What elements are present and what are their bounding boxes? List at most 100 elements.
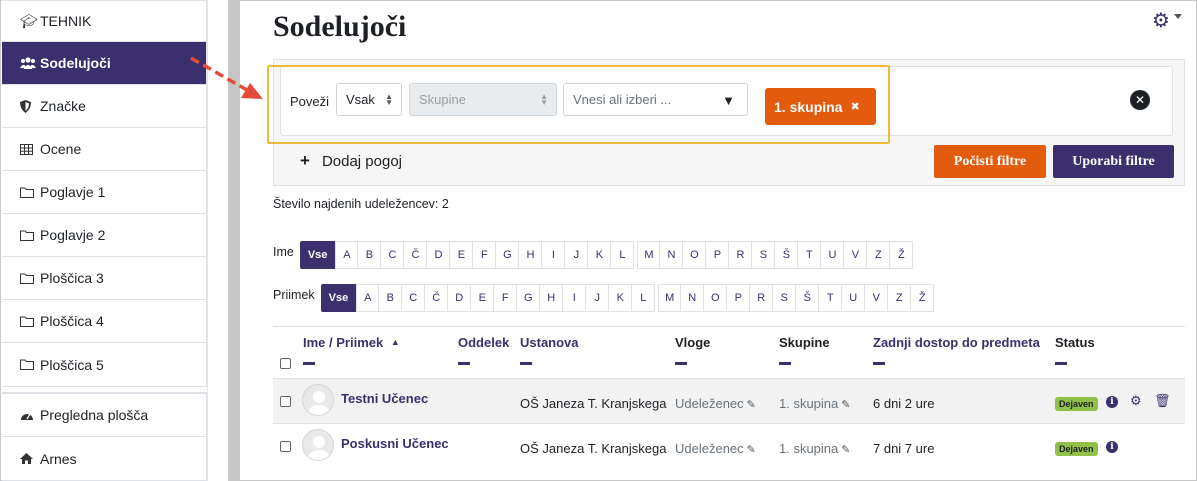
initial-letter-button[interactable]: E [471, 284, 495, 312]
initial-letter-button[interactable]: A [356, 284, 380, 312]
lastname-all-button[interactable]: Vse [320, 284, 357, 312]
col-header-name[interactable]: Ime / Priimek ▲ [303, 335, 400, 350]
initial-letter-button[interactable]: Z [888, 284, 912, 312]
initial-letter-button[interactable]: P [727, 284, 751, 312]
collapse-column-icon[interactable] [675, 362, 687, 365]
row-checkbox[interactable] [280, 396, 291, 407]
remove-chip-icon[interactable]: ✖ [850, 100, 859, 113]
initial-letter-button[interactable]: Z [867, 241, 891, 269]
sidebar-item-chapter-2[interactable]: Poglavje 2 [2, 214, 206, 257]
clear-filters-button[interactable]: Počisti filtre [934, 145, 1046, 178]
initial-letter-button[interactable]: E [450, 241, 474, 269]
sidebar-item-dashboard[interactable]: Pregledna plošča [2, 394, 206, 437]
sidebar-item-tehnik[interactable]: 🎓︎ TEHNIK [2, 1, 206, 42]
initial-letter-button[interactable]: S [752, 241, 776, 269]
initial-letter-button[interactable]: S [773, 284, 797, 312]
pencil-icon[interactable]: ✎ [841, 444, 850, 456]
initial-letter-button[interactable]: Ž [890, 241, 914, 269]
initial-letter-button[interactable]: I [563, 284, 587, 312]
gear-icon[interactable]: ⚙ [1130, 393, 1142, 409]
row-checkbox[interactable] [280, 441, 291, 452]
sidebar-item-home[interactable]: Arnes [2, 437, 206, 480]
sidebar-item-chapter-1[interactable]: Poglavje 1 [2, 171, 206, 214]
participant-name-link[interactable]: Poskusni Učenec [341, 436, 449, 451]
col-header-department[interactable]: Oddelek [458, 335, 509, 350]
initial-letter-button[interactable]: N [681, 284, 705, 312]
col-header-institution[interactable]: Ustanova [520, 335, 579, 350]
sidebar-item-tile-5[interactable]: Ploščica 5 [2, 343, 206, 386]
initial-letter-button[interactable]: V [865, 284, 889, 312]
selected-group-chip[interactable]: 1. skupina ✖ [765, 88, 876, 125]
initial-letter-button[interactable]: M [658, 284, 682, 312]
initial-letter-button[interactable]: O [704, 284, 728, 312]
remove-filter-row-icon[interactable]: ✕ [1130, 90, 1150, 110]
initial-letter-button[interactable]: V [844, 241, 868, 269]
initial-letter-button[interactable]: C [402, 284, 426, 312]
initial-letter-button[interactable]: I [542, 241, 566, 269]
initial-letter-button[interactable]: F [473, 241, 497, 269]
initial-letter-button[interactable]: H [519, 241, 543, 269]
initial-letter-button[interactable]: G [496, 241, 520, 269]
sidebar-item-tile-4[interactable]: Ploščica 4 [2, 300, 206, 343]
collapse-column-icon[interactable] [873, 362, 885, 365]
initial-letter-button[interactable]: L [611, 241, 635, 269]
initial-letter-button[interactable]: B [379, 284, 403, 312]
initial-letter-button[interactable]: J [586, 284, 610, 312]
join-select[interactable]: Vsak ▲ ▼ [336, 83, 402, 116]
sidebar-item-tile-3[interactable]: Ploščica 3 [2, 257, 206, 300]
filter-type-select[interactable]: Skupine ▲ ▼ [409, 83, 557, 116]
initial-letter-button[interactable]: L [632, 284, 656, 312]
collapse-column-icon[interactable] [303, 362, 315, 365]
initial-letter-button[interactable]: R [729, 241, 753, 269]
avatar[interactable] [302, 384, 334, 416]
initial-letter-button[interactable]: Č [425, 284, 449, 312]
firstname-all-button[interactable]: Vse [299, 241, 336, 269]
dropdown-triangle-icon[interactable]: ▼ [722, 93, 735, 108]
initial-letter-button[interactable]: C [381, 241, 405, 269]
initial-letter-button[interactable]: P [706, 241, 730, 269]
collapse-column-icon[interactable] [1055, 362, 1067, 365]
trash-icon[interactable]: 🗑︎ [1154, 393, 1171, 409]
initial-letter-button[interactable]: F [494, 284, 518, 312]
chevron-down-icon[interactable] [1174, 14, 1182, 19]
initial-letter-button[interactable]: M [637, 241, 661, 269]
pencil-icon[interactable]: ✎ [747, 399, 756, 411]
initial-letter-button[interactable]: K [588, 241, 612, 269]
initial-letter-button[interactable]: N [660, 241, 684, 269]
initial-letter-button[interactable]: Š [796, 284, 820, 312]
info-icon[interactable]: i [1106, 396, 1118, 408]
initial-letter-button[interactable]: A [335, 241, 359, 269]
initial-letter-button[interactable]: J [565, 241, 589, 269]
initial-letter-button[interactable]: Č [404, 241, 428, 269]
collapse-column-icon[interactable] [458, 362, 470, 365]
initial-letter-button[interactable]: G [517, 284, 541, 312]
filter-value-input[interactable]: Vnesi ali izberi ... ▼ [563, 83, 748, 116]
initial-letter-button[interactable]: Š [775, 241, 799, 269]
initial-letter-button[interactable]: B [358, 241, 382, 269]
add-condition-button[interactable]: + Dodaj pogoj [300, 151, 402, 171]
initial-letter-button[interactable]: K [609, 284, 633, 312]
initial-letter-button[interactable]: T [798, 241, 822, 269]
initial-letter-button[interactable]: O [683, 241, 707, 269]
sort-asc-icon[interactable]: ▲ [391, 337, 400, 347]
apply-filters-button[interactable]: Uporabi filtre [1053, 145, 1174, 178]
pencil-icon[interactable]: ✎ [841, 399, 850, 411]
sidebar-item-grades[interactable]: Ocene [2, 128, 206, 171]
collapse-column-icon[interactable] [779, 362, 791, 365]
initial-letter-button[interactable]: D [427, 241, 451, 269]
select-all-checkbox[interactable] [280, 358, 291, 369]
avatar[interactable] [302, 429, 334, 461]
participant-name-link[interactable]: Testni Učenec [341, 391, 428, 406]
initial-letter-button[interactable]: D [448, 284, 472, 312]
sidebar-item-badges[interactable]: Značke [2, 85, 206, 128]
collapse-column-icon[interactable] [520, 362, 532, 365]
col-header-last-access[interactable]: Zadnji dostop do predmeta [873, 335, 1040, 350]
initial-letter-button[interactable]: H [540, 284, 564, 312]
initial-letter-button[interactable]: U [842, 284, 866, 312]
pencil-icon[interactable]: ✎ [747, 444, 756, 456]
initial-letter-button[interactable]: Ž [911, 284, 935, 312]
initial-letter-button[interactable]: U [821, 241, 845, 269]
initial-letter-button[interactable]: R [750, 284, 774, 312]
initial-letter-button[interactable]: T [819, 284, 843, 312]
info-icon[interactable]: i [1106, 441, 1118, 453]
